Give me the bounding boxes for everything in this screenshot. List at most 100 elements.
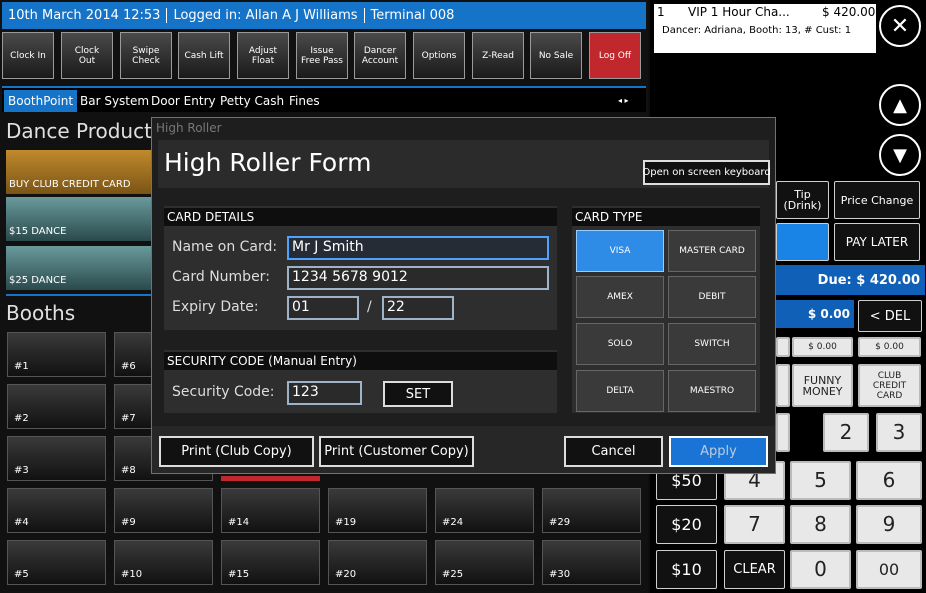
tab-door-entry[interactable]: Door Entry [147,90,220,112]
keypad-key-3[interactable]: 3 [876,413,922,452]
adjust-float-button[interactable]: Adjust Float [237,32,289,79]
z-read-button[interactable]: Z-Read [472,32,524,79]
dialog-header: High Roller Form Open on screen keyboard [158,140,771,188]
booth-occupied-indicator [221,476,320,481]
cancel-button[interactable]: Cancel [564,436,663,467]
expiry-year-field[interactable]: 22 [382,296,454,320]
dancer-account-button[interactable]: Dancer Account [354,32,406,79]
booth-button[interactable]: #5 [7,540,106,585]
price-change-button[interactable]: Price Change [834,181,920,219]
denomination-20-button[interactable]: $20 [656,505,717,544]
card-type-amex[interactable]: AMEX [576,276,664,318]
status-datetime: 10th March 2014 12:53 [2,8,168,23]
issue-free-pass-button[interactable]: Issue Free Pass [296,32,348,79]
booth-button[interactable]: #19 [328,488,427,533]
card-number-label: Card Number: [172,269,270,285]
card-type-delta[interactable]: DELTA [576,370,664,412]
swipe-check-button[interactable]: Swipe Check [120,32,172,79]
security-code-label: Security Code: [172,384,275,400]
clock-in-button[interactable]: Clock In [2,32,54,79]
arrow-down-icon[interactable]: ▼ [879,134,921,176]
tab-petty-cash[interactable]: Petty Cash [216,90,288,112]
booth-button[interactable]: #9 [114,488,213,533]
on-screen-keyboard-button[interactable]: Open on screen keyboard [642,160,771,185]
expiry-month-field[interactable]: 01 [287,296,359,320]
booth-button[interactable]: #4 [7,488,106,533]
booth-button[interactable]: #25 [435,540,534,585]
name-on-card-field[interactable]: Mr J Smith [287,236,549,260]
cash-lift-button[interactable]: Cash Lift [178,32,230,79]
expiry-separator: / [367,299,372,315]
status-bar: 10th March 2014 12:53 Logged in: Allan A… [2,2,646,29]
keypad-key-2[interactable]: 2 [823,413,869,452]
keypad-key-0[interactable]: 0 [790,550,851,589]
denomination-10-button[interactable]: $10 [656,550,717,589]
tab-bar: BoothPoint Bar System Door Entry Petty C… [2,86,646,112]
card-type-visa[interactable]: VISA [576,230,664,272]
close-icon[interactable]: ✕ [879,5,921,47]
booth-button[interactable]: #20 [328,540,427,585]
status-terminal: Terminal 008 [370,8,455,23]
club-credit-card-button[interactable]: CLUB CREDIT CARD [858,364,921,407]
booth-button[interactable]: #1 [7,332,106,377]
apply-button[interactable]: Apply [669,436,768,467]
card-type-panel: CARD TYPE VISA MASTER CARD AMEX DEBIT SO… [572,206,760,413]
booth-button[interactable]: #15 [221,540,320,585]
card-type-master-card[interactable]: MASTER CARD [668,230,756,272]
product-buy-club-credit-card[interactable]: BUY CLUB CREDIT CARD [6,150,152,194]
tab-scroll-arrows-icon[interactable]: ◂ ▸ [614,90,633,112]
product-25-dance[interactable]: $25 DANCE [6,246,152,290]
keypad-key-8[interactable]: 8 [790,505,851,544]
dialog-title: High Roller Form [164,148,372,177]
pay-later-button[interactable]: PAY LATER [834,223,920,261]
print-club-copy-button[interactable]: Print (Club Copy) [159,436,314,467]
tab-bar-system[interactable]: Bar System [76,90,153,112]
booth-button[interactable]: #14 [221,488,320,533]
order-line[interactable]: 1 VIP 1 Hour Cha... $ 420.00 Dancer: Adr… [654,4,876,53]
keypad-key-9[interactable]: 9 [856,505,922,544]
order-detail: Dancer: Adriana, Booth: 13, # Cust: 1 [662,25,852,36]
quick-amount-button[interactable]: $ 0.00 [792,337,853,357]
keypad-key-00[interactable]: 00 [856,550,922,589]
keypad-key-6[interactable]: 6 [856,461,922,500]
order-qty: 1 [657,5,665,19]
booth-button[interactable]: #24 [435,488,534,533]
tab-fines[interactable]: Fines [285,90,324,112]
keypad-key-5[interactable]: 5 [790,461,851,500]
keypad-key-7[interactable]: 7 [724,505,785,544]
security-code-field[interactable]: 123 [287,381,362,405]
delete-button[interactable]: < DEL [858,300,922,332]
booth-button[interactable]: #30 [542,540,641,585]
print-customer-copy-button[interactable]: Print (Customer Copy) [319,436,474,467]
card-number-field[interactable]: 1234 5678 9012 [287,266,549,290]
booth-button[interactable]: #2 [7,384,106,429]
clear-button[interactable]: CLEAR [724,550,785,589]
card-type-solo[interactable]: SOLO [576,323,664,365]
booth-button[interactable]: #29 [542,488,641,533]
booth-button[interactable]: #10 [114,540,213,585]
tendered-amount: $ 0.00 [776,300,854,328]
booth-button[interactable]: #3 [7,436,106,481]
quick-amount-button[interactable] [776,337,790,357]
arrow-up-icon[interactable]: ▲ [879,84,921,126]
card-type-switch[interactable]: SWITCH [668,323,756,365]
quick-amount-button[interactable]: $ 0.00 [858,337,921,357]
tip-drink-button[interactable]: Tip (Drink) [776,181,829,219]
tab-boothpoint[interactable]: BoothPoint [4,90,78,112]
payment-type-button[interactable] [776,364,790,407]
keypad-key[interactable] [776,413,790,452]
payment-action-button[interactable] [776,223,829,261]
clock-out-button[interactable]: Clock Out [61,32,113,79]
dance-products-heading: Dance Products [6,119,163,143]
order-item: VIP 1 Hour Cha... [688,5,790,19]
product-15-dance[interactable]: $15 DANCE [6,197,152,241]
log-off-button[interactable]: Log Off [589,32,641,79]
card-type-maestro[interactable]: MAESTRO [668,370,756,412]
set-security-code-button[interactable]: SET [383,381,453,407]
options-button[interactable]: Options [413,32,465,79]
card-type-debit[interactable]: DEBIT [668,276,756,318]
high-roller-dialog: High Roller High Roller Form Open on scr… [151,117,776,474]
dialog-titlebar[interactable]: High Roller [152,118,775,140]
funny-money-button[interactable]: FUNNY MONEY [792,364,853,407]
no-sale-button[interactable]: No Sale [530,32,582,79]
